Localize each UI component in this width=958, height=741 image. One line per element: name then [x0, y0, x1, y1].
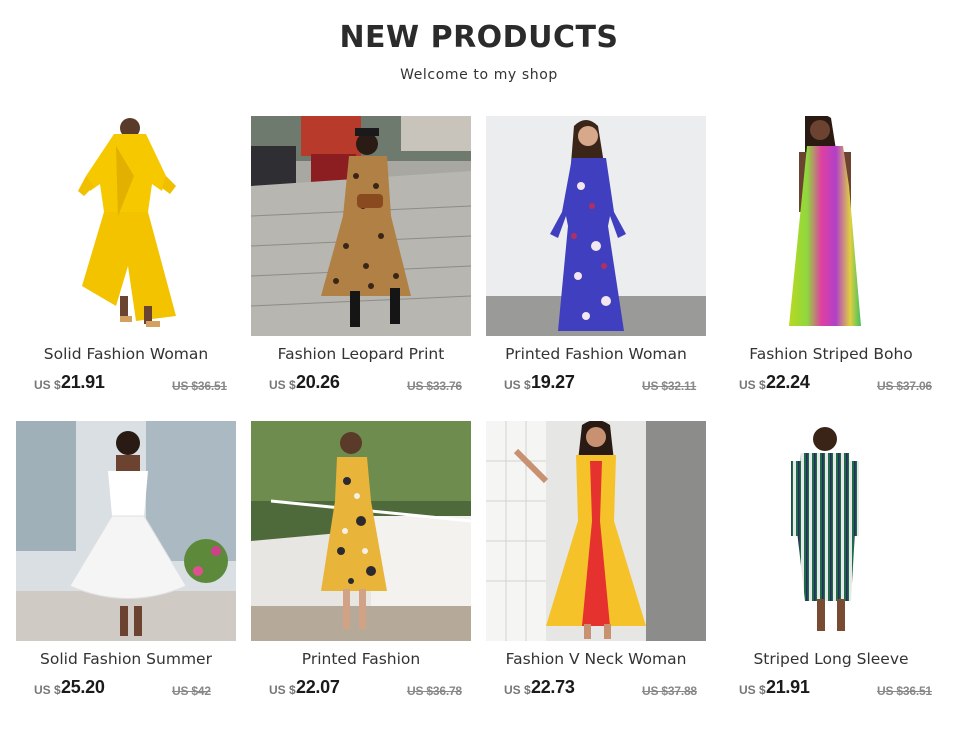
sale-price: 25.20	[61, 677, 105, 697]
original-price: US $42	[172, 684, 211, 698]
product-card[interactable]: Striped Long Sleeve US $ 21.91 US $36.51	[721, 421, 941, 721]
currency-label: US $	[34, 378, 61, 392]
currency-label: US $	[504, 683, 531, 697]
original-price: US $33.76	[407, 379, 462, 393]
sale-price: 22.73	[531, 677, 575, 697]
product-image-green-striped-dress[interactable]	[721, 421, 941, 641]
currency-label: US $	[34, 683, 61, 697]
sale-price: 22.24	[766, 372, 810, 392]
original-price: US $36.51	[877, 684, 932, 698]
original-price: US $32.11	[642, 379, 697, 393]
price-row: US $ 22.07 US $36.78	[269, 677, 469, 702]
sale-price: 21.91	[61, 372, 105, 392]
original-price: US $36.78	[407, 684, 462, 698]
product-card[interactable]: Fashion Striped Boho US $ 22.24 US $37.0…	[721, 116, 941, 416]
currency-label: US $	[739, 683, 766, 697]
currency-label: US $	[269, 378, 296, 392]
product-image-rainbow-striped-dress[interactable]	[721, 116, 941, 336]
price-row: US $ 22.24 US $37.06	[739, 372, 939, 397]
product-image-yellow-floral-dress[interactable]	[251, 421, 471, 641]
price-row: US $ 19.27 US $32.11	[504, 372, 704, 397]
price-row: US $ 21.91 US $36.51	[34, 372, 234, 397]
product-name[interactable]: Solid Fashion Summer	[6, 650, 246, 668]
original-price: US $37.88	[642, 684, 697, 698]
original-price: US $37.06	[877, 379, 932, 393]
price-row: US $ 22.73 US $37.88	[504, 677, 704, 702]
product-name[interactable]: Fashion Leopard Print	[241, 345, 481, 363]
product-image-yellow-red-dress[interactable]	[486, 421, 706, 641]
product-name[interactable]: Printed Fashion	[241, 650, 481, 668]
product-image-yellow-ruffle-dress[interactable]	[16, 116, 236, 336]
product-name[interactable]: Printed Fashion Woman	[476, 345, 716, 363]
page-title: NEW PRODUCTS	[339, 20, 619, 55]
product-card[interactable]: Solid Fashion Summer US $ 25.20 US $42	[16, 421, 236, 721]
product-image-blue-floral-dress[interactable]	[486, 116, 706, 336]
product-card[interactable]: Fashion Leopard Print US $ 20.26 US $33.…	[251, 116, 471, 416]
sale-price: 22.07	[296, 677, 340, 697]
product-name[interactable]: Solid Fashion Woman	[6, 345, 246, 363]
original-price: US $36.51	[172, 379, 227, 393]
sale-price: 21.91	[766, 677, 810, 697]
sale-price: 19.27	[531, 372, 575, 392]
product-card[interactable]: Printed Fashion US $ 22.07 US $36.78	[251, 421, 471, 721]
product-name[interactable]: Fashion Striped Boho	[711, 345, 951, 363]
price-row: US $ 25.20 US $42	[34, 677, 234, 702]
product-name[interactable]: Fashion V Neck Woman	[476, 650, 716, 668]
price-row: US $ 20.26 US $33.76	[269, 372, 469, 397]
price-row: US $ 21.91 US $36.51	[739, 677, 939, 702]
product-name[interactable]: Striped Long Sleeve	[711, 650, 951, 668]
product-card[interactable]: Fashion V Neck Woman US $ 22.73 US $37.8…	[486, 421, 706, 721]
currency-label: US $	[269, 683, 296, 697]
sale-price: 20.26	[296, 372, 340, 392]
page-subtitle: Welcome to my shop	[400, 67, 558, 83]
product-card[interactable]: Solid Fashion Woman US $ 21.91 US $36.51	[16, 116, 236, 416]
currency-label: US $	[739, 378, 766, 392]
currency-label: US $	[504, 378, 531, 392]
product-card[interactable]: Printed Fashion Woman US $ 19.27 US $32.…	[486, 116, 706, 416]
product-image-white-tulle-dress[interactable]	[16, 421, 236, 641]
product-image-leopard-dress[interactable]	[251, 116, 471, 336]
